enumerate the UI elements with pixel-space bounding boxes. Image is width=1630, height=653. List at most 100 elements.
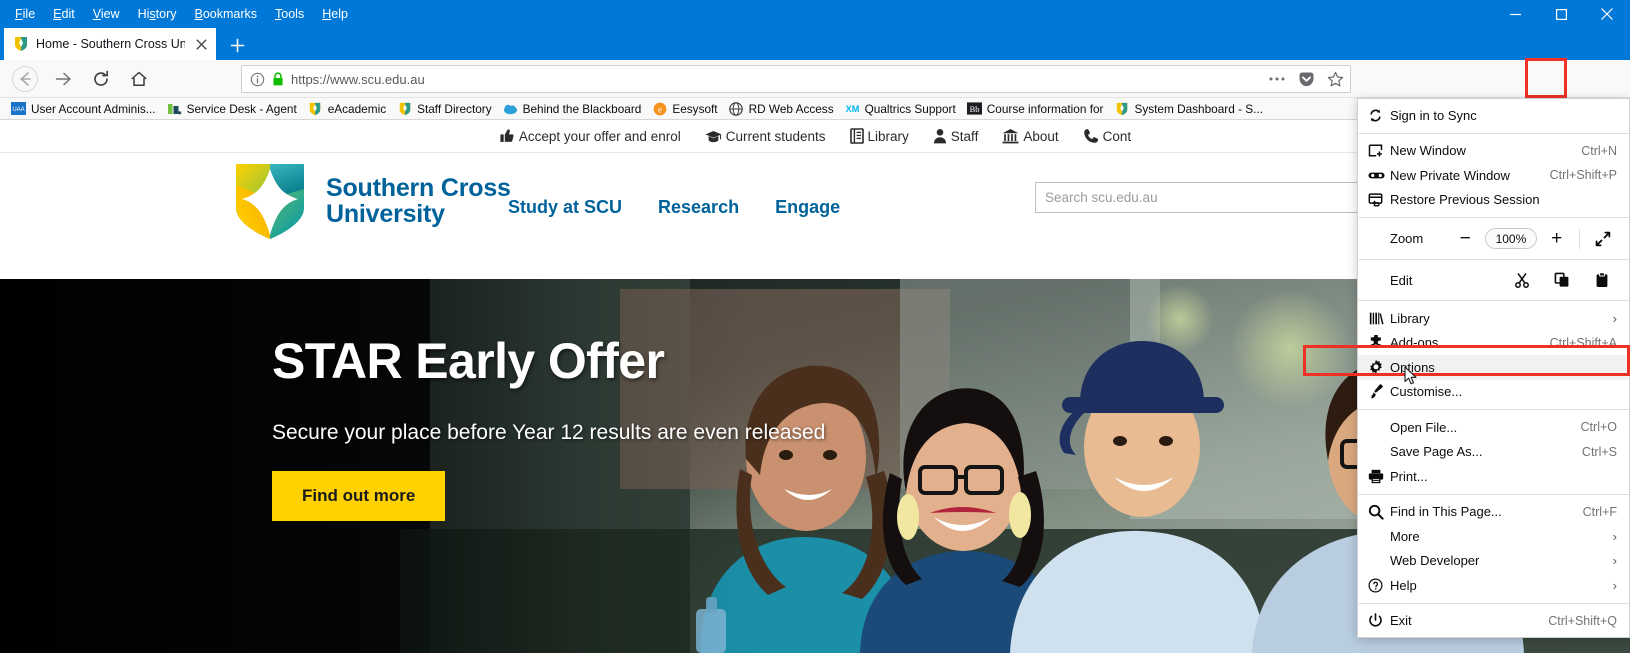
site-search-input[interactable]: Search scu.edu.au <box>1035 182 1365 213</box>
menu-item-label: Options <box>1390 359 1435 375</box>
paste-icon[interactable] <box>1582 267 1622 293</box>
menu-item-add-ons[interactable]: Add-ons Ctrl+Shift+A <box>1358 331 1629 356</box>
back-button[interactable] <box>8 62 42 96</box>
padlock-icon[interactable] <box>271 71 285 87</box>
scu-shield-icon <box>397 101 412 116</box>
url-text: https://www.scu.edu.au <box>291 71 425 87</box>
home-button[interactable] <box>122 62 156 96</box>
bookmark-item[interactable]: Service Desk - Agent <box>163 100 304 117</box>
menu-item-print[interactable]: Print... <box>1358 464 1629 489</box>
hero-text-block: STAR Early Offer Secure your place befor… <box>272 332 1052 521</box>
firefox-application-menu: Sign in to Sync New Window Ctrl+N New Pr… <box>1357 98 1630 638</box>
menu-edit[interactable]: Edit <box>44 4 84 24</box>
divider <box>1579 228 1581 249</box>
bookmark-item[interactable]: UAA User Account Adminis... <box>7 100 163 117</box>
utility-nav-label: Current students <box>725 128 826 144</box>
nav-item-engage[interactable]: Engage <box>775 197 840 218</box>
fullscreen-icon[interactable] <box>1583 226 1623 252</box>
utility-nav-item-current-students[interactable]: Current students <box>705 128 826 144</box>
menu-item-sign-in-to-sync[interactable]: Sign in to Sync <box>1358 103 1629 128</box>
bookmark-item[interactable]: System Dashboard - S... <box>1110 100 1270 117</box>
menu-item-label: Save Page As... <box>1390 444 1483 460</box>
utility-nav-item-contact[interactable]: Cont <box>1083 128 1131 144</box>
menu-view[interactable]: View <box>84 4 129 24</box>
menu-file[interactable]: File <box>6 4 44 24</box>
copy-icon[interactable] <box>1542 267 1582 293</box>
zoom-in-button[interactable]: + <box>1537 226 1577 252</box>
minimize-button[interactable] <box>1492 0 1538 28</box>
menu-item-exit[interactable]: Exit Ctrl+Shift+Q <box>1358 609 1629 634</box>
utility-nav-item-about[interactable]: About <box>1002 128 1059 144</box>
printer-icon <box>1368 469 1390 484</box>
bookmark-item[interactable]: Bb Course information for <box>963 100 1111 117</box>
new-window-icon <box>1368 143 1390 158</box>
scu-shield-icon <box>13 36 29 52</box>
close-button[interactable] <box>1584 0 1630 28</box>
utility-nav-label: Staff <box>950 128 979 144</box>
browser-tab-active[interactable]: Home - Southern Cross Univers <box>4 28 216 60</box>
new-tab-button[interactable] <box>222 32 252 58</box>
svg-text:Bb: Bb <box>969 104 979 114</box>
nav-item-research[interactable]: Research <box>658 197 739 218</box>
svg-text:e: e <box>658 104 662 114</box>
utility-nav-item-library[interactable]: Library <box>849 128 909 144</box>
menu-item-new-window[interactable]: New Window Ctrl+N <box>1358 139 1629 164</box>
ellipsis-icon[interactable] <box>1268 76 1286 82</box>
menu-item-more[interactable]: More › <box>1358 524 1629 549</box>
menu-item-shortcut: Ctrl+N <box>1581 143 1617 158</box>
bookmark-item[interactable]: Staff Directory <box>393 100 499 117</box>
bookmark-item[interactable]: Behind the Blackboard <box>499 100 649 117</box>
help-circle-icon <box>1368 578 1390 593</box>
svg-text:XM: XM <box>845 104 859 114</box>
site-logo[interactable]: Southern Cross University <box>228 159 511 243</box>
menu-item-options[interactable]: Options <box>1358 355 1629 380</box>
chevron-right-icon: › <box>1612 553 1617 569</box>
menu-item-label: More <box>1390 528 1420 544</box>
maximize-button[interactable] <box>1538 0 1584 28</box>
forward-button[interactable] <box>46 62 80 96</box>
bookmark-item[interactable]: RD Web Access <box>725 100 841 117</box>
close-icon[interactable] <box>192 35 210 53</box>
bookmark-label: Course information for <box>986 101 1104 116</box>
menu-item-library[interactable]: Library › <box>1358 306 1629 331</box>
menu-item-restore-previous-session[interactable]: Restore Previous Session <box>1358 188 1629 213</box>
zoom-level-value[interactable]: 100% <box>1484 228 1537 249</box>
menu-item-find-in-this-page[interactable]: Find in This Page... Ctrl+F <box>1358 500 1629 525</box>
menu-item-customise[interactable]: Customise... <box>1358 380 1629 405</box>
menu-item-save-page-as[interactable]: Save Page As... Ctrl+S <box>1358 440 1629 465</box>
scu-shield-icon <box>308 101 323 116</box>
pocket-icon[interactable] <box>1298 71 1315 88</box>
globe-icon <box>729 101 744 116</box>
utility-nav-item-accept-offer[interactable]: Accept your offer and enrol <box>499 128 681 144</box>
book-icon <box>849 128 864 144</box>
bookmark-label: Qualtrics Support <box>864 101 956 116</box>
page-info-icon[interactable] <box>250 72 265 87</box>
address-bar[interactable]: https://www.scu.edu.au <box>241 65 1351 93</box>
star-icon[interactable] <box>1327 71 1344 88</box>
bookmark-item[interactable]: eAcademic <box>304 100 393 117</box>
menu-tools[interactable]: Tools <box>266 4 313 24</box>
menu-history[interactable]: History <box>129 4 186 24</box>
site-search-placeholder: Search scu.edu.au <box>1045 190 1158 205</box>
menu-item-help[interactable]: Help › <box>1358 573 1629 598</box>
reload-button[interactable] <box>84 62 118 96</box>
thumbs-up-icon <box>499 128 515 144</box>
logo-line-2: University <box>326 200 445 228</box>
menu-item-open-file[interactable]: Open File... Ctrl+O <box>1358 415 1629 440</box>
menu-item-shortcut: Ctrl+F <box>1582 504 1617 519</box>
utility-nav-item-staff[interactable]: Staff <box>933 128 979 144</box>
menu-help[interactable]: Help <box>313 4 357 24</box>
cut-icon[interactable] <box>1502 267 1542 293</box>
menu-item-new-private-window[interactable]: New Private Window Ctrl+Shift+P <box>1358 163 1629 188</box>
bb-icon: Bb <box>966 101 982 116</box>
nav-item-study-at-scu[interactable]: Study at SCU <box>508 197 622 218</box>
bookmark-item[interactable]: XM Qualtrics Support <box>841 100 963 117</box>
mouse-cursor <box>1404 366 1420 391</box>
menu-item-label: Help <box>1390 577 1417 593</box>
menu-bookmarks[interactable]: Bookmarks <box>186 4 267 24</box>
zoom-out-button[interactable]: − <box>1445 226 1485 252</box>
menu-item-web-developer[interactable]: Web Developer › <box>1358 549 1629 574</box>
hero-cta-button[interactable]: Find out more <box>272 471 446 521</box>
bookmark-item[interactable]: e Eesysoft <box>648 100 724 117</box>
chevron-right-icon: › <box>1612 310 1617 326</box>
